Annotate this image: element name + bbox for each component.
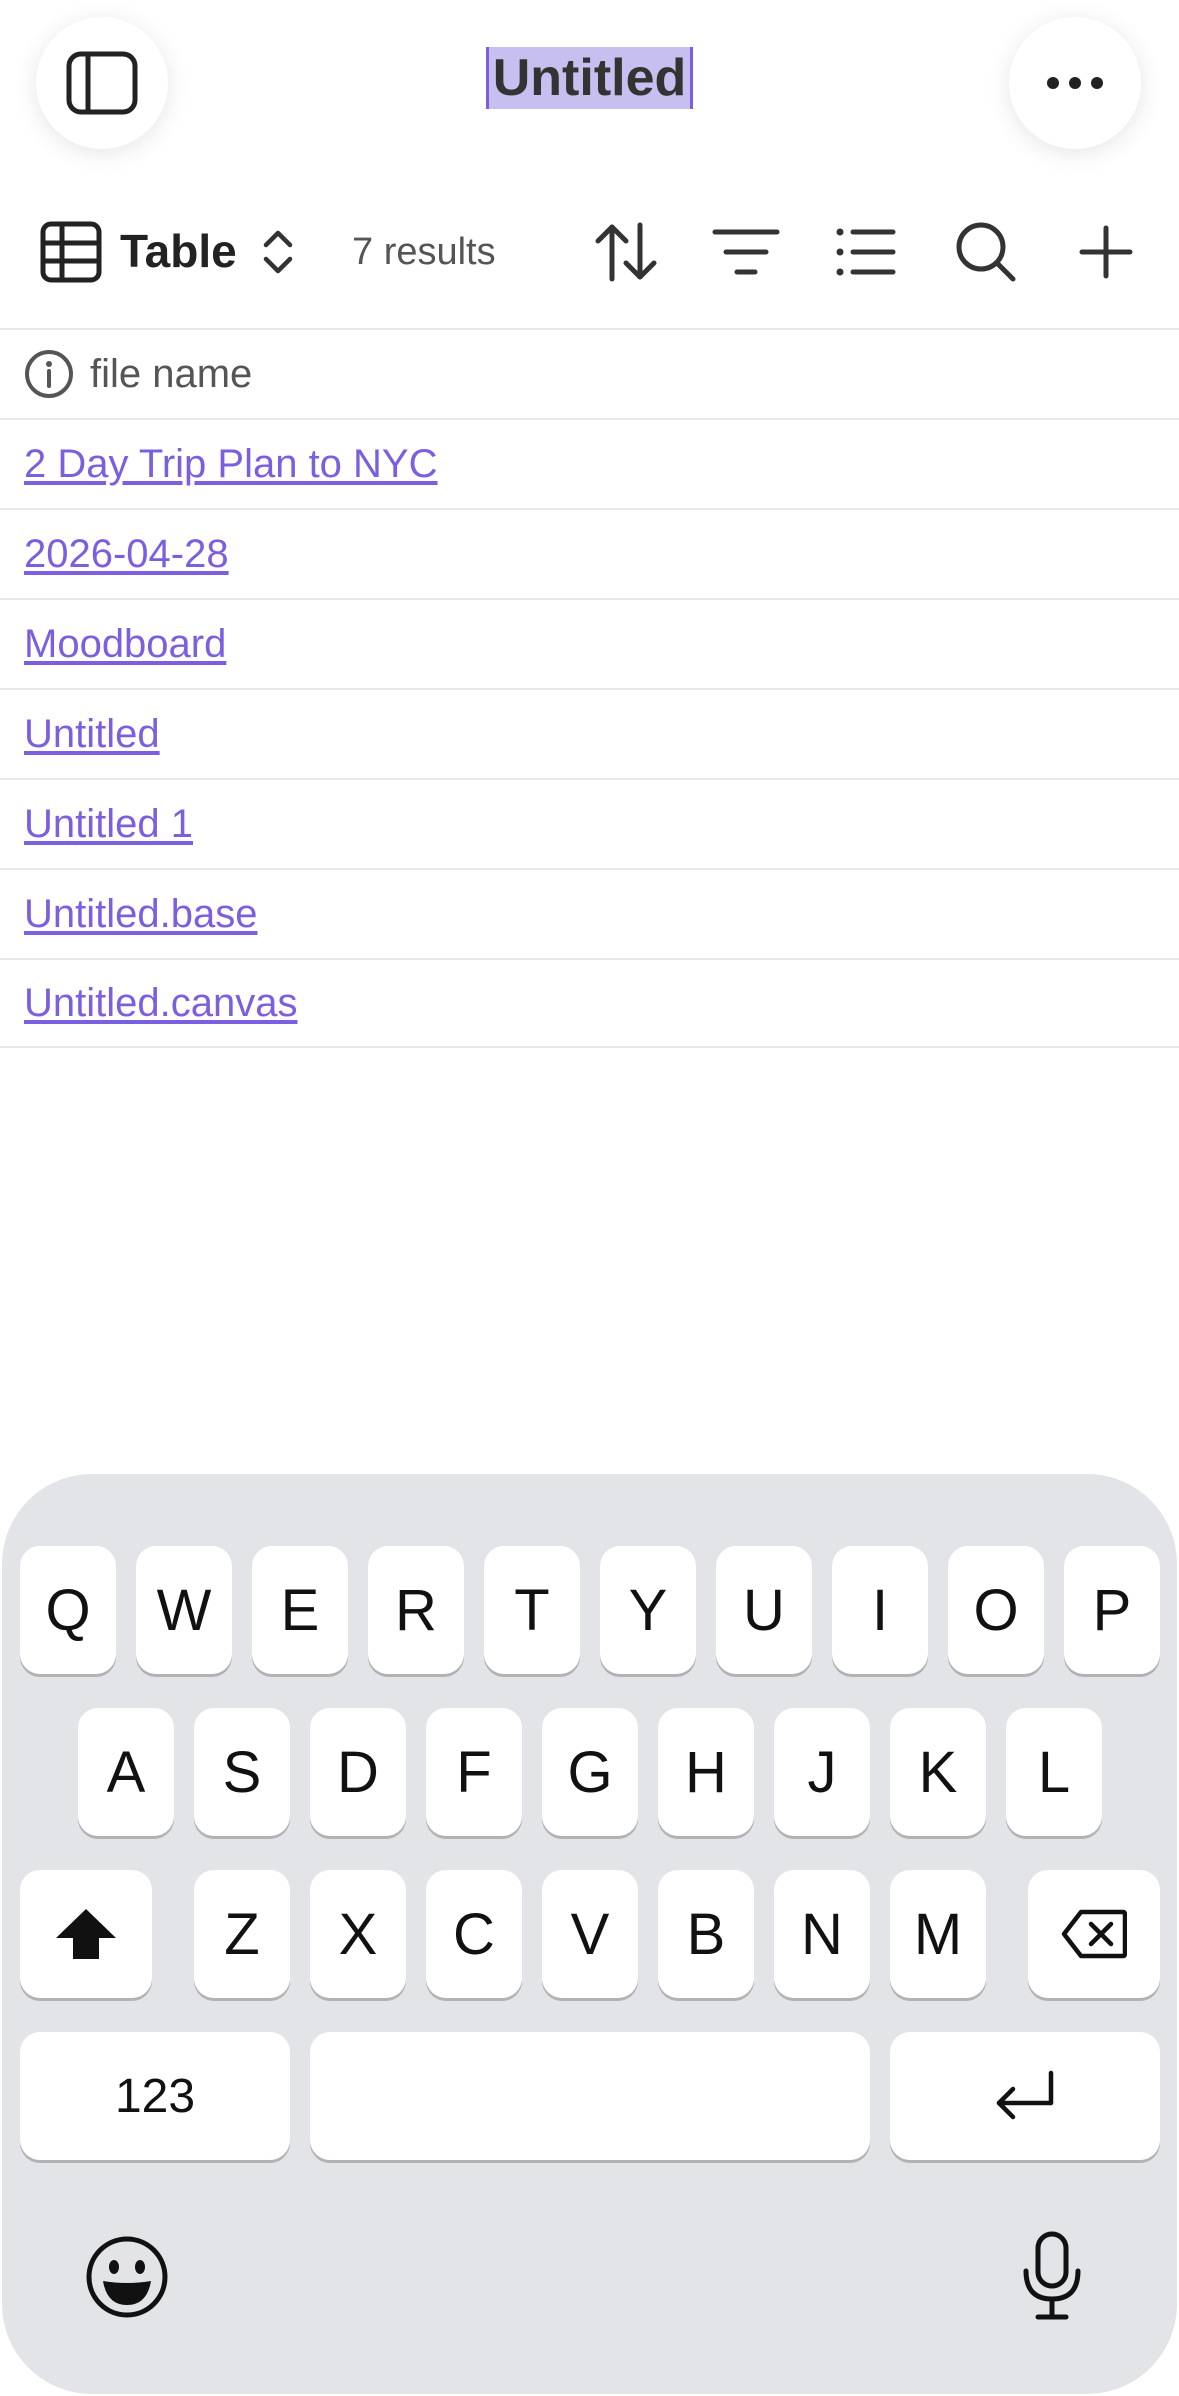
file-link[interactable]: Untitled.canvas [24,981,297,1026]
key-u[interactable]: U [716,1546,812,1674]
file-link[interactable]: Untitled 1 [24,802,193,847]
space-key[interactable] [310,2032,870,2160]
view-selector-label[interactable]: Table [120,223,237,279]
key-t[interactable]: T [484,1546,580,1674]
file-link[interactable]: 2 Day Trip Plan to NYC [24,442,438,487]
key-q[interactable]: Q [20,1546,116,1674]
numbers-key[interactable]: 123 [20,2032,290,2160]
column-header-label: file name [90,351,253,396]
return-key[interactable] [890,2032,1160,2160]
properties-list-icon[interactable] [834,219,898,285]
more-options-button[interactable] [1009,17,1141,149]
key-h[interactable]: H [658,1708,754,1836]
sort-icon[interactable] [592,219,660,285]
column-header-file-name[interactable]: file name [0,328,1179,418]
table-row: 2026-04-28 [0,508,1179,598]
add-icon[interactable] [1076,219,1136,285]
key-j[interactable]: J [774,1708,870,1836]
delete-key[interactable] [1028,1870,1160,1998]
key-p[interactable]: P [1064,1546,1160,1674]
key-y[interactable]: Y [600,1546,696,1674]
backspace-icon [1061,1909,1127,1959]
search-icon[interactable] [954,219,1018,285]
base-toolbar: Table 7 results [0,205,1179,295]
table-row: 2 Day Trip Plan to NYC [0,418,1179,508]
microphone-icon[interactable] [1006,2230,1098,2322]
file-link[interactable]: Untitled [24,712,160,757]
key-n[interactable]: N [774,1870,870,1998]
emoji-icon[interactable] [84,2234,170,2320]
key-l[interactable]: L [1006,1708,1102,1836]
view-switch-chevrons-icon[interactable] [258,225,298,279]
key-i[interactable]: I [832,1546,928,1674]
results-count: 7 results [352,230,496,273]
table-view-icon[interactable] [38,219,104,285]
table-row: Untitled [0,688,1179,778]
key-b[interactable]: B [658,1870,754,1998]
key-k[interactable]: K [890,1708,986,1836]
key-o[interactable]: O [948,1546,1044,1674]
table-row: Untitled 1 [0,778,1179,868]
key-x[interactable]: X [310,1870,406,1998]
page-title[interactable]: Untitled [0,47,1179,109]
key-d[interactable]: D [310,1708,406,1836]
key-c[interactable]: C [426,1870,522,1998]
onscreen-keyboard: Q W E R T Y U I O P A S D F G H J K L Z … [2,1474,1177,2394]
table-row: Untitled.base [0,868,1179,958]
key-f[interactable]: F [426,1708,522,1836]
shift-key[interactable] [20,1870,152,1998]
table-row: Untitled.canvas [0,958,1179,1048]
key-w[interactable]: W [136,1546,232,1674]
key-g[interactable]: G [542,1708,638,1836]
results-table: file name 2 Day Trip Plan to NYC 2026-04… [0,328,1179,1048]
return-icon [996,2070,1054,2120]
key-r[interactable]: R [368,1546,464,1674]
more-icon [1047,77,1103,89]
info-icon [25,350,73,398]
page: Untitled Table 7 results file name 2 Day… [0,0,1179,2396]
file-link[interactable]: Moodboard [24,622,226,667]
key-a[interactable]: A [78,1708,174,1836]
shift-icon [56,1909,116,1959]
file-link[interactable]: 2026-04-28 [24,532,229,577]
key-e[interactable]: E [252,1546,348,1674]
page-title-text[interactable]: Untitled [485,47,694,109]
table-row: Moodboard [0,598,1179,688]
key-v[interactable]: V [542,1870,638,1998]
key-s[interactable]: S [194,1708,290,1836]
key-m[interactable]: M [890,1870,986,1998]
filter-icon[interactable] [712,219,780,285]
file-link[interactable]: Untitled.base [24,892,257,937]
key-z[interactable]: Z [194,1870,290,1998]
